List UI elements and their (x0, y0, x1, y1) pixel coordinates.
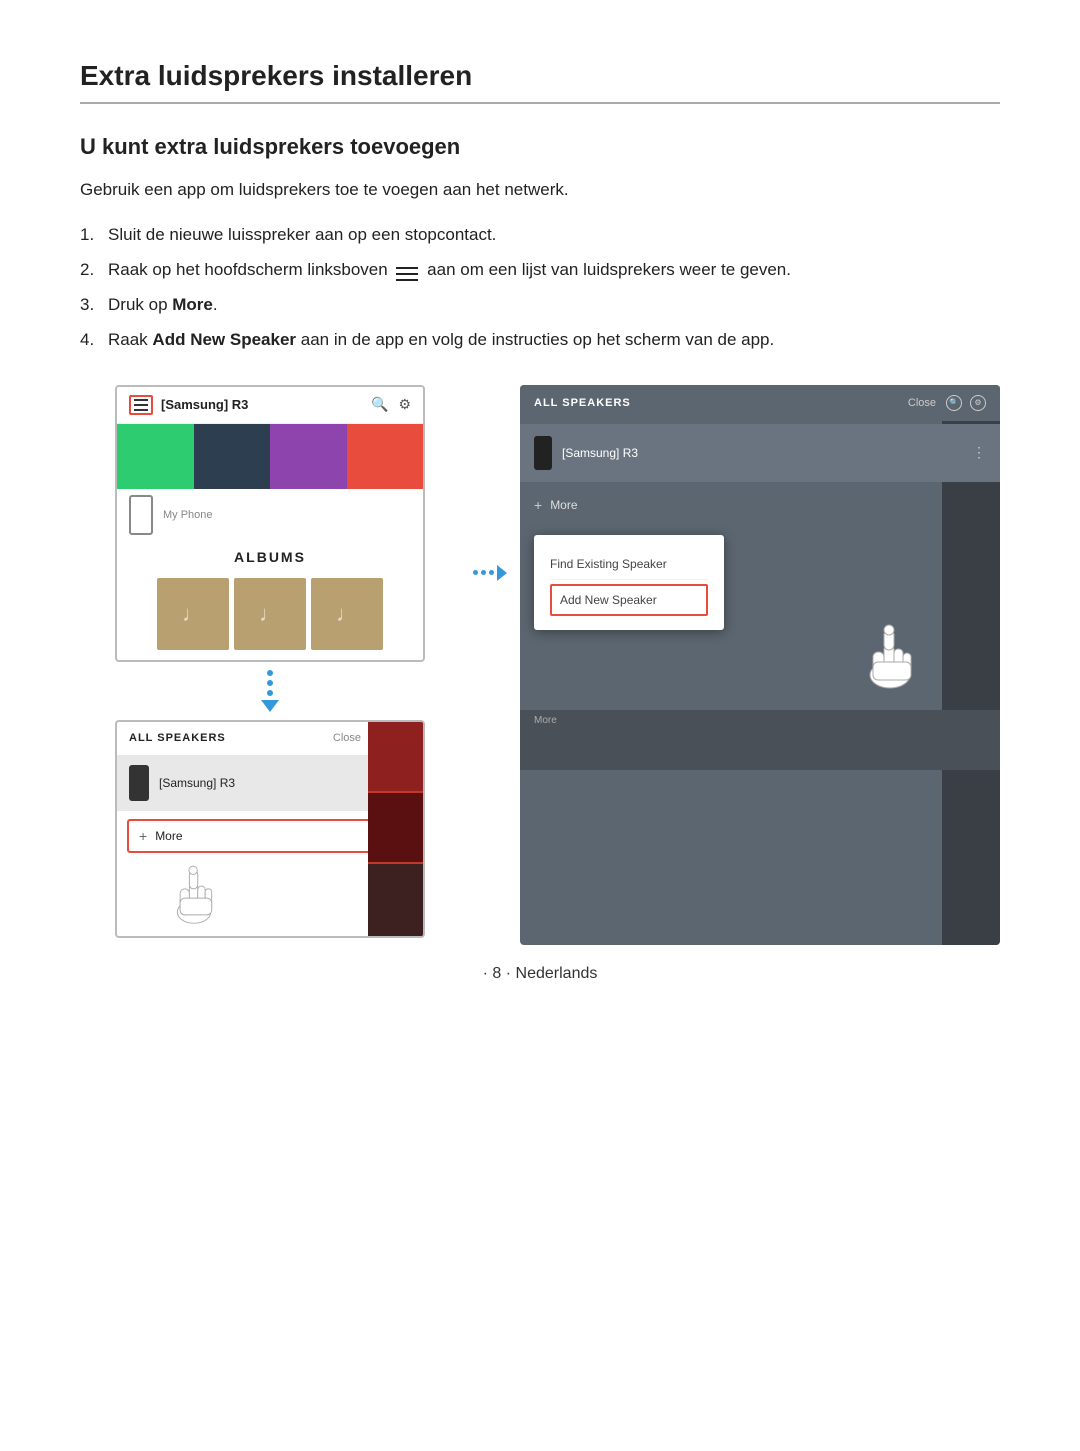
step-1: 1. Sluit de nieuwe luisspreker aan op ee… (80, 221, 1000, 250)
right-screenshots: ALL SPEAKERS Close 🔍 ⚙ (520, 385, 1000, 945)
band-dark (194, 424, 271, 489)
rfp-search-icon[interactable]: 🔍 (946, 395, 962, 411)
speaker-name-left: [Samsung] R3 (159, 776, 387, 790)
search-icon[interactable]: 🔍 (371, 396, 388, 413)
hand-cursor-right (860, 620, 920, 690)
step-text-1: Sluit de nieuwe luisspreker aan op een s… (108, 221, 1000, 250)
right-panel: ALL SPEAKERS Close 🔍 ⚙ (520, 385, 1000, 945)
step-number-1: 1. (80, 221, 108, 250)
band-purple (270, 424, 347, 489)
band-red (347, 424, 424, 489)
rfp-more-text: More (550, 498, 577, 512)
step-number-2: 2. (80, 256, 108, 285)
screen-title: [Samsung] R3 (161, 397, 248, 412)
screenshots-area: [Samsung] R3 🔍 ⚙ My Phone ALBUMS (80, 385, 1000, 945)
intro-text: Gebruik een app om luidsprekers toe te v… (80, 176, 1000, 203)
page-footer: · 8 · Nederlands (80, 965, 1000, 983)
add-new-speaker-option[interactable]: Add New Speaker (550, 584, 708, 616)
strip-1 (368, 722, 423, 791)
rfp-speaker-icon (534, 436, 552, 470)
hamburger-line-3 (134, 409, 148, 411)
rfp-title: ALL SPEAKERS (534, 397, 631, 409)
album-thumb-3: ♩ (311, 578, 383, 650)
step-number-3: 3. (80, 291, 108, 320)
right-strip (368, 722, 423, 936)
gear-icon[interactable]: ⚙ (398, 396, 411, 413)
step-text-3: Druk op More. (108, 291, 1000, 320)
left-screenshots: [Samsung] R3 🔍 ⚙ My Phone ALBUMS (80, 385, 460, 938)
rfp-gear-icon[interactable]: ⚙ (970, 395, 986, 411)
album-thumb-1: ♩ (157, 578, 229, 650)
dot-h-2 (481, 570, 486, 575)
rfp-more-row: + More (520, 485, 1000, 525)
album-row: ♩ ♩ ♩ (117, 573, 423, 660)
my-phone-label: My Phone (163, 509, 213, 521)
my-phone-row: My Phone (117, 489, 423, 541)
step-text-4: Raak Add New Speaker aan in de app en vo… (108, 326, 1000, 355)
albums-heading: ALBUMS (117, 541, 423, 573)
rfp-speaker-name: [Samsung] R3 (562, 446, 962, 460)
rfp-content: ALL SPEAKERS Close 🔍 ⚙ (520, 385, 1000, 770)
find-existing-option[interactable]: Find Existing Speaker (550, 549, 708, 580)
step-4: 4. Raak Add New Speaker aan in de app en… (80, 326, 1000, 355)
rfp-popup: Find Existing Speaker Add New Speaker (534, 535, 724, 630)
right-arrow (473, 565, 507, 581)
music-note-1: ♩ (182, 601, 204, 627)
top-right-icons: 🔍 ⚙ (371, 396, 411, 413)
top-phone-screen: [Samsung] R3 🔍 ⚙ My Phone ALBUMS (115, 385, 425, 662)
album-thumb-2: ♩ (234, 578, 306, 650)
between-arrow (460, 565, 520, 581)
strip-2 (368, 793, 423, 862)
hamburger-line-1 (134, 399, 148, 401)
arrow-head (261, 700, 279, 712)
rfp-header: ALL SPEAKERS Close 🔍 ⚙ (520, 385, 1000, 421)
rfp-close-btn[interactable]: Close (908, 397, 936, 409)
dot-1 (267, 670, 273, 676)
bottom-phone-screen: ALL SPEAKERS Close 🔍 ⚙ [Samsung] R3 ⋮ + … (115, 720, 425, 938)
hamburger-line-2 (134, 404, 148, 406)
rfp-plus-icon: + (534, 497, 542, 513)
dot-2 (267, 680, 273, 686)
strip-3 (368, 864, 423, 935)
hand-cursor-left (167, 861, 222, 926)
speaker-icon-left (129, 765, 149, 801)
plus-icon-left: + (139, 828, 147, 844)
rfp-header-right: Close 🔍 ⚙ (908, 395, 986, 411)
device-icon (129, 495, 153, 535)
steps-list: 1. Sluit de nieuwe luisspreker aan op ee… (80, 221, 1000, 355)
music-note-3: ♩ (336, 601, 358, 627)
more-text-left: More (155, 829, 182, 843)
hamburger-button[interactable] (129, 395, 153, 415)
down-arrow (261, 662, 279, 720)
hand-area-right (520, 620, 1000, 690)
color-bands (117, 424, 423, 489)
top-bar: [Samsung] R3 🔍 ⚙ (117, 387, 423, 424)
step-number-4: 4. (80, 326, 108, 355)
dot-3 (267, 690, 273, 696)
page-title: Extra luidsprekers installeren (80, 60, 1000, 104)
step-2: 2. Raak op het hoofdscherm linksboven aa… (80, 256, 1000, 285)
section-heading: U kunt extra luidsprekers toevoegen (80, 134, 1000, 160)
band-green (117, 424, 194, 489)
dot-h-3 (489, 570, 494, 575)
step-text-2: Raak op het hoofdscherm linksboven aan o… (108, 256, 1000, 285)
step-3: 3. Druk op More. (80, 291, 1000, 320)
rfp-speaker-row: [Samsung] R3 ⋮ (520, 424, 1000, 482)
rfp-more-bottom: More (520, 710, 1000, 731)
rfp-icons: 🔍 ⚙ (946, 395, 986, 411)
top-left: [Samsung] R3 (129, 395, 248, 415)
rfp-dots[interactable]: ⋮ (972, 444, 986, 461)
dot-h-1 (473, 570, 478, 575)
close-button-left[interactable]: Close (333, 732, 361, 744)
rfp-bottom-bar: More (520, 710, 1000, 770)
music-note-2: ♩ (259, 601, 281, 627)
all-speakers-title-left: ALL SPEAKERS (129, 732, 226, 744)
arrow-head-right (497, 565, 507, 581)
